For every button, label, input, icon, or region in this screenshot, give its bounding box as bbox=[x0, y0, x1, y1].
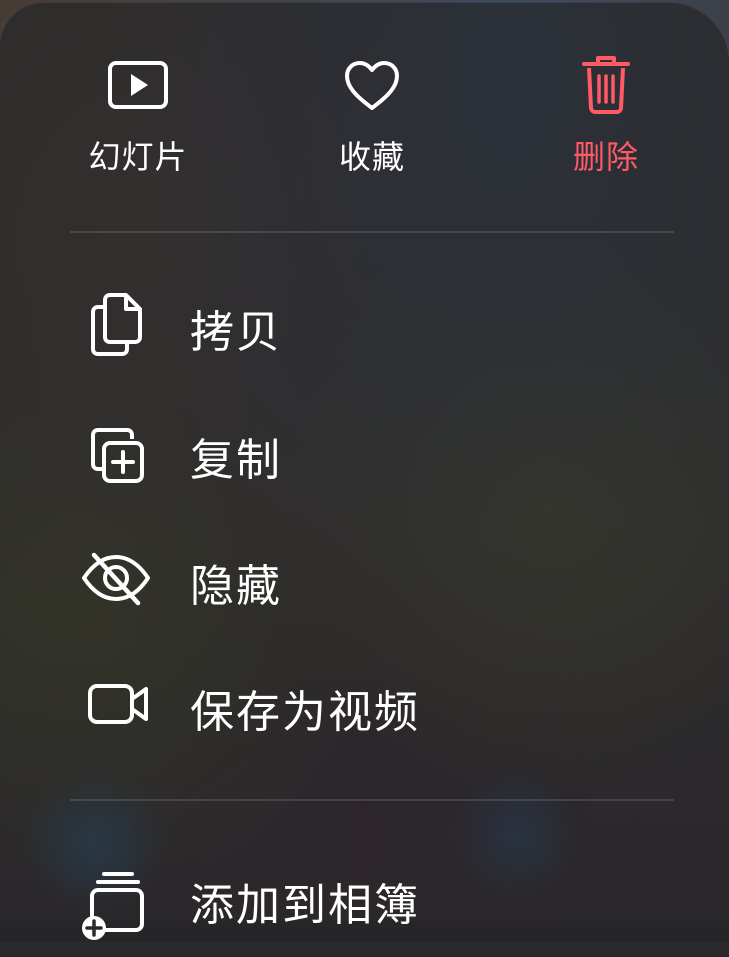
quick-actions-bar: 幻灯片 收藏 删除 bbox=[0, 2, 729, 212]
menu-item-hide-label: 隐藏 bbox=[190, 561, 282, 612]
slideshow-label: 幻灯片 bbox=[88, 138, 188, 176]
menu-item-add-to-album-label: 添加到相簿 bbox=[190, 880, 420, 931]
video-camera-icon bbox=[80, 669, 152, 739]
delete-button[interactable]: 删除 bbox=[526, 50, 686, 178]
slideshow-play-icon bbox=[58, 50, 218, 120]
favorite-label: 收藏 bbox=[338, 138, 405, 176]
top-divider bbox=[70, 231, 674, 233]
favorite-button[interactable]: 收藏 bbox=[292, 50, 452, 178]
menu-item-duplicate-label: 复制 bbox=[190, 435, 282, 486]
slideshow-button[interactable]: 幻灯片 bbox=[58, 50, 218, 178]
trash-icon bbox=[526, 50, 686, 120]
context-menu: 幻灯片 收藏 删除 拷贝 复制 隐藏 保存为视频 添加到相簿 bbox=[0, 2, 729, 942]
menu-item-save-as-video[interactable]: 保存为视频 bbox=[0, 654, 729, 764]
duplicate-plus-icon bbox=[80, 417, 152, 487]
bottom-divider bbox=[70, 799, 674, 801]
add-to-album-icon bbox=[80, 862, 152, 940]
eye-slash-icon bbox=[80, 543, 152, 613]
menu-item-copy-label: 拷贝 bbox=[190, 307, 282, 358]
heart-icon bbox=[292, 50, 452, 120]
menu-item-copy[interactable]: 拷贝 bbox=[0, 274, 729, 384]
delete-label: 删除 bbox=[572, 138, 639, 176]
menu-item-duplicate[interactable]: 复制 bbox=[0, 402, 729, 512]
menu-item-add-to-album[interactable]: 添加到相簿 bbox=[0, 847, 729, 957]
menu-item-save-as-video-label: 保存为视频 bbox=[190, 687, 420, 738]
menu-item-hide[interactable]: 隐藏 bbox=[0, 528, 729, 638]
copy-documents-icon bbox=[80, 289, 152, 359]
